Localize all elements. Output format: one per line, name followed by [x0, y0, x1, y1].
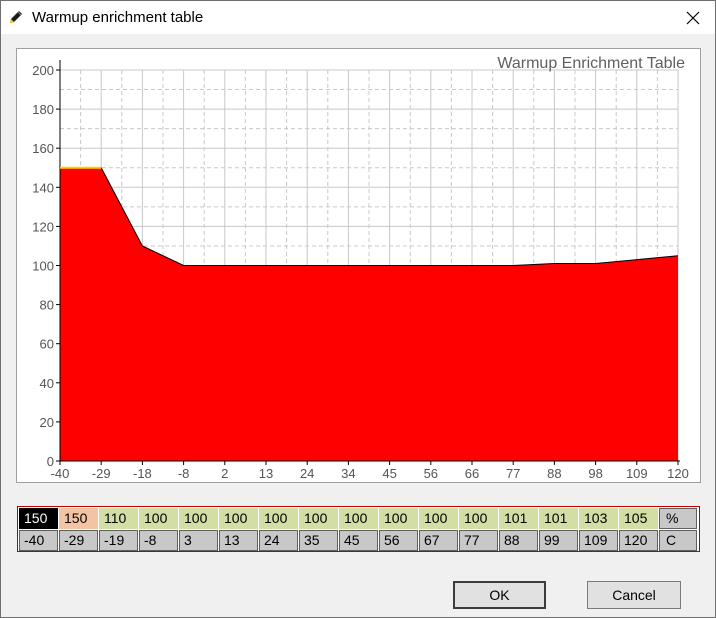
value-cell[interactable]: 100 [259, 508, 298, 529]
values-row: 150 150 110 100 100 100 100 100 100 100 100 100 101 1… [19, 508, 697, 529]
chart-title: Warmup Enrichment Table [497, 55, 685, 72]
temp-cell[interactable]: 24 [259, 530, 298, 551]
y-tick-label: 60 [40, 337, 54, 352]
y-tick-label: 120 [32, 219, 54, 234]
temp-cell[interactable]: -8 [139, 530, 178, 551]
x-tick-label: 77 [506, 466, 520, 481]
temp-unit-label: C [659, 530, 697, 551]
temp-cell[interactable]: -19 [99, 530, 138, 551]
temp-cell[interactable]: 120 [619, 530, 658, 551]
window-title: Warmup enrichment table [32, 9, 204, 26]
value-cell[interactable]: 101 [539, 508, 578, 529]
temp-cell[interactable]: 77 [459, 530, 498, 551]
x-tick-label: 34 [341, 466, 355, 481]
x-tick-label: -29 [92, 466, 111, 481]
temp-cell[interactable]: -29 [59, 530, 98, 551]
pencil-icon [7, 8, 25, 26]
close-button[interactable] [671, 1, 715, 34]
y-tick-label: 100 [32, 259, 54, 274]
chart-canvas: 020406080100120140160180200-40 -29 -18 -8 2 1… [32, 55, 689, 481]
temps-row: -40 -29 -19 -8 3 13 24 35 45 56 67 77 88 99 109 120 C [19, 530, 697, 551]
x-tick-label: 13 [259, 466, 273, 481]
temp-cell[interactable]: 99 [539, 530, 578, 551]
y-tick-label: 80 [40, 298, 54, 313]
value-cell[interactable]: 100 [419, 508, 458, 529]
y-tick-label: 20 [40, 415, 54, 430]
value-cell[interactable]: 100 [459, 508, 498, 529]
temp-cell[interactable]: 45 [339, 530, 378, 551]
x-tick-label: 56 [424, 466, 438, 481]
temp-cell[interactable]: -40 [19, 530, 58, 551]
value-cell[interactable]: 150 [59, 508, 98, 529]
temp-cell[interactable]: 35 [299, 530, 338, 551]
temp-cell[interactable]: 3 [179, 530, 218, 551]
x-tick-label: 88 [547, 466, 561, 481]
temp-cell[interactable]: 109 [579, 530, 618, 551]
x-tick-label: -8 [178, 466, 190, 481]
x-tick-label: 109 [626, 466, 648, 481]
x-tick-label: -18 [133, 466, 152, 481]
value-cell[interactable]: 100 [379, 508, 418, 529]
value-cell[interactable]: 100 [339, 508, 378, 529]
y-tick-label: 40 [40, 376, 54, 391]
value-cell[interactable]: 101 [499, 508, 538, 529]
value-unit-label: % [659, 508, 697, 529]
x-tick-label: -40 [51, 466, 70, 481]
temp-cell[interactable]: 67 [419, 530, 458, 551]
temp-cell[interactable]: 56 [379, 530, 418, 551]
value-cell[interactable]: 150 [19, 508, 58, 529]
x-tick-label: 45 [382, 466, 396, 481]
warmup-chart[interactable]: 0 20 40 60 80 100 120 140 160 180 200 -40 -29 -18 -8 2 1… [16, 48, 701, 483]
y-tick-label: 200 [32, 63, 54, 78]
value-cell[interactable]: 100 [299, 508, 338, 529]
value-cell[interactable]: 100 [139, 508, 178, 529]
y-tick-label: 180 [32, 102, 54, 117]
y-tick-label: 160 [32, 141, 54, 156]
ok-button[interactable]: OK [453, 581, 546, 609]
title-bar: Warmup enrichment table [1, 1, 715, 34]
x-tick-label: 66 [465, 466, 479, 481]
value-cell[interactable]: 105 [619, 508, 658, 529]
enrichment-table[interactable]: 150 150 110 100 100 100 100 100 100 100 100 100 101 1… [17, 506, 700, 552]
close-icon [686, 11, 700, 24]
temp-cell[interactable]: 88 [499, 530, 538, 551]
value-cell[interactable]: 103 [579, 508, 618, 529]
value-cell[interactable]: 110 [99, 508, 138, 529]
x-tick-label: 2 [221, 466, 228, 481]
x-tick-label: 24 [300, 466, 314, 481]
cancel-button[interactable]: Cancel [587, 581, 681, 609]
x-tick-label: 120 [667, 466, 689, 481]
value-cell[interactable]: 100 [219, 508, 258, 529]
temp-cell[interactable]: 13 [219, 530, 258, 551]
value-cell[interactable]: 100 [179, 508, 218, 529]
y-tick-label: 140 [32, 180, 54, 195]
warmup-dialog: Warmup enrichment table 0 20 40 60 80 100 120 1… [0, 0, 716, 618]
x-tick-label: 98 [588, 466, 602, 481]
